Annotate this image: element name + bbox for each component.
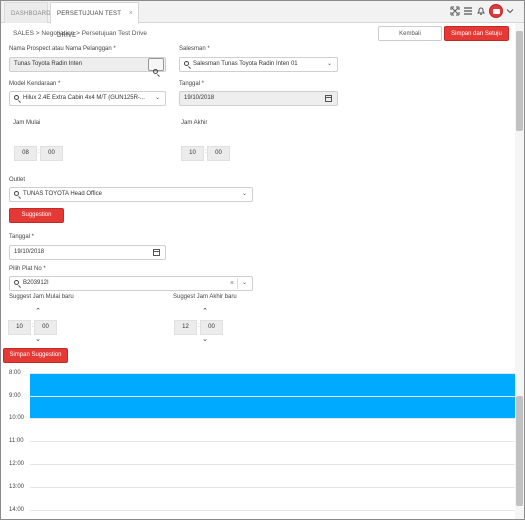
breadcrumb-sales[interactable]: SALES — [13, 30, 34, 37]
hour-line — [30, 418, 515, 419]
jam-akhir-label: Jam Akhir — [181, 120, 208, 126]
hour-label: 9:00 — [9, 393, 21, 399]
breadcrumb-separator: > — [35, 30, 40, 37]
salesman-label: Salesman * — [179, 46, 210, 52]
tab-bar: DASHBOARD PERSETUJUAN TEST DRIVE × — [1, 1, 524, 39]
hour-line — [30, 464, 515, 465]
hour-label: 14:00 — [9, 507, 25, 513]
tanggal2-field[interactable]: 19/10/2018 — [9, 245, 166, 260]
search-icon — [184, 61, 189, 66]
chevron-down-icon[interactable] — [504, 6, 516, 18]
suggest-mulai-hour[interactable]: 10 — [8, 320, 31, 335]
hour-label: 11:00 — [9, 438, 24, 444]
chevron-up-icon[interactable]: ⌃ — [200, 307, 210, 315]
tanggal2-value: 19/10/2018 — [14, 249, 45, 255]
expand-icon[interactable] — [449, 6, 461, 18]
calendar-icon[interactable] — [153, 249, 160, 256]
chevron-down-icon[interactable]: ⌄ — [33, 335, 43, 343]
outlet-value: TUNAS TOYOTA Head Office — [23, 191, 102, 197]
save-suggestion-button[interactable]: Simpan Suggestion — [3, 348, 68, 363]
tab-dashboard[interactable]: DASHBOARD — [4, 2, 51, 23]
clear-icon[interactable]: × — [230, 277, 234, 290]
model-label: Model Kendaraan * — [9, 81, 61, 87]
suggest-akhir-hour[interactable]: 12 — [174, 320, 197, 335]
breadcrumb-negotiation[interactable]: Negotiation — [41, 30, 74, 37]
chevron-up-icon[interactable]: ⌃ — [33, 307, 43, 315]
chevron-down-icon[interactable]: ⌄ — [200, 335, 210, 343]
model-value: Hilux 2.4E Extra Cabin 4x4 M/T (GUN125R-… — [23, 95, 145, 101]
plat-select[interactable]: B203912I × ⌄ — [9, 276, 253, 291]
search-icon — [14, 280, 19, 285]
plat-value: B203912I — [23, 280, 49, 286]
tab-persetujuan-test-drive[interactable]: PERSETUJUAN TEST DRIVE × — [50, 2, 139, 39]
breadcrumb-separator: > — [76, 30, 80, 37]
plat-label: Pilih Plat No * — [9, 266, 46, 272]
user-card-icon — [493, 9, 500, 14]
hour-line — [30, 441, 515, 442]
chevron-down-icon: ⌄ — [154, 95, 160, 101]
tanggal-field[interactable]: 19/10/2018 — [179, 91, 338, 106]
outlet-select[interactable]: TUNAS TOYOTA Head Office ⌄ — [9, 187, 253, 202]
model-select[interactable]: Hilux 2.4E Extra Cabin 4x4 M/T (GUN125R-… — [9, 91, 166, 106]
chevron-down-icon[interactable]: ⌄ — [242, 277, 247, 290]
hour-line — [30, 510, 515, 511]
jam-akhir-hour[interactable]: 10 — [181, 146, 204, 161]
breadcrumb-current: Persetujuan Test Drive — [81, 30, 147, 37]
hour-label: 8:00 — [9, 370, 21, 376]
close-icon[interactable]: × — [129, 3, 133, 25]
avatar[interactable] — [489, 4, 503, 18]
calendar-timeline — [1, 365, 515, 519]
prospect-field[interactable]: Tunas Toyota Radin Inten — [9, 57, 166, 72]
hour-line — [30, 373, 515, 374]
suggestion-button[interactable]: Suggestion — [9, 208, 64, 223]
tanggal-value: 19/10/2018 — [184, 95, 215, 101]
calendar-icon[interactable] — [325, 95, 332, 102]
breadcrumb: SALES > Negotiation > Persetujuan Test D… — [13, 30, 147, 37]
suggest-mulai-minute[interactable]: 00 — [34, 320, 57, 335]
jam-mulai-hour[interactable]: 08 — [14, 146, 37, 161]
search-icon — [153, 69, 158, 74]
hour-line — [30, 487, 515, 488]
prospect-label: Nama Prospect atau Nama Pelanggan * — [9, 46, 116, 52]
tanggal2-label: Tanggal * — [9, 234, 35, 240]
suggest-mulai-label: Suggest Jam Mulai baru — [9, 294, 74, 300]
hour-line — [30, 396, 515, 397]
suggest-akhir-label: Suggest Jam Akhir baru — [173, 294, 237, 300]
jam-mulai-minute[interactable]: 00 — [40, 146, 63, 161]
jam-akhir-minute[interactable]: 00 — [207, 146, 230, 161]
tanggal-label: Tanggal * — [179, 81, 205, 87]
salesman-value: Salesman Tunas Toyota Radin Inten 01 — [193, 61, 298, 67]
salesman-select[interactable]: Salesman Tunas Toyota Radin Inten 01 ⌄ — [179, 57, 338, 72]
outlet-label: Outlet — [9, 177, 26, 183]
calendar-scrollbar-thumb[interactable] — [516, 396, 523, 506]
scrollbar-thumb[interactable] — [516, 31, 523, 131]
chevron-down-icon: ⌄ — [241, 191, 247, 197]
back-button[interactable]: Kembali — [378, 26, 442, 41]
jam-mulai-label: Jam Mulai — [13, 120, 41, 126]
search-icon — [14, 95, 19, 100]
hour-label: 12:00 — [9, 461, 25, 467]
save-and-approve-button[interactable]: Simpan dan Setuju — [444, 26, 509, 41]
hour-label: 10:00 — [9, 415, 25, 421]
divider — [237, 278, 238, 289]
hour-label: 13:00 — [9, 484, 25, 490]
bell-icon[interactable] — [475, 6, 487, 18]
chevron-down-icon: ⌄ — [326, 61, 332, 67]
app-window: DASHBOARD PERSETUJUAN TEST DRIVE × SALES… — [0, 0, 525, 520]
search-icon — [14, 191, 19, 196]
prospect-value: Tunas Toyota Radin Inten — [14, 61, 83, 67]
suggest-akhir-minute[interactable]: 00 — [200, 320, 223, 335]
menu-icon[interactable] — [462, 6, 474, 18]
search-button[interactable] — [148, 58, 164, 74]
